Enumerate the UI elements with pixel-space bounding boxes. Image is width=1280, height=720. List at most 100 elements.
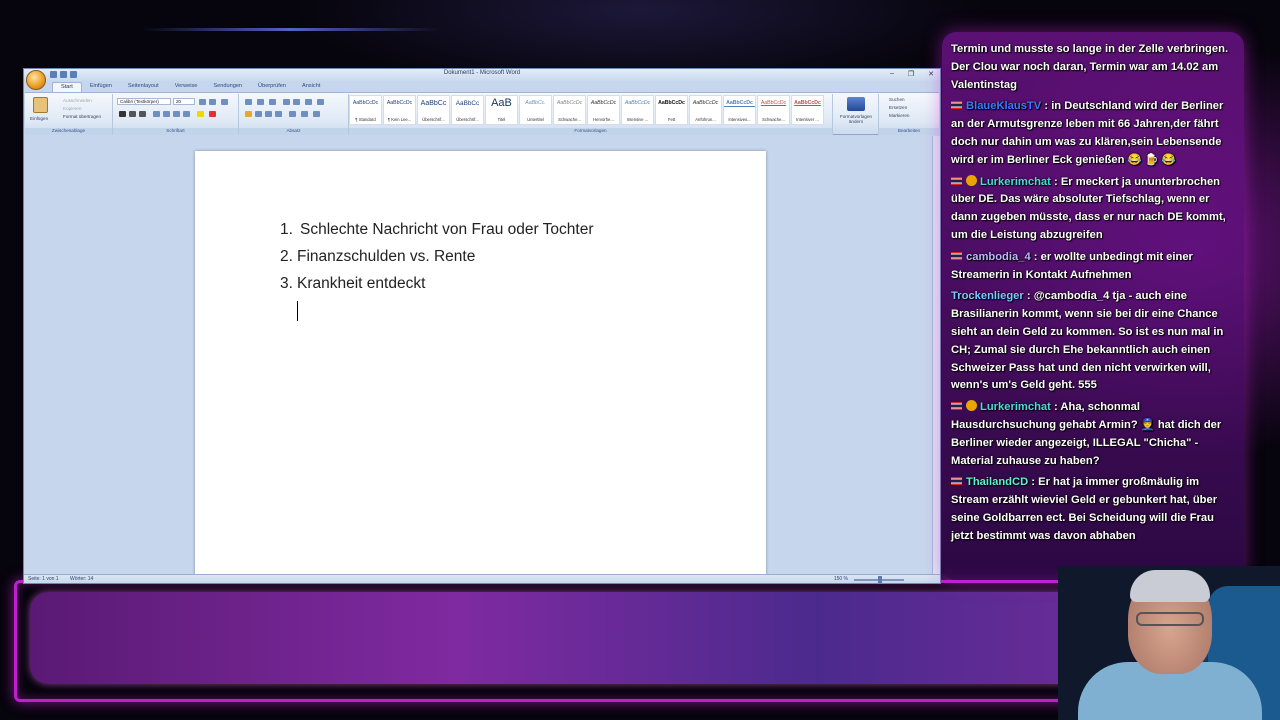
style-anfuehrungszeichen[interactable]: AaBbCcDc Anführun...	[689, 95, 722, 125]
numbering-icon[interactable]	[257, 99, 264, 105]
tab-ueberpruefen[interactable]: Überprüfen	[250, 82, 294, 92]
select-button[interactable]: Markieren	[889, 113, 909, 118]
zoom-slider[interactable]	[854, 576, 904, 583]
style-intensiver-verweis[interactable]: AaBbCcDc Intensiver ...	[791, 95, 824, 125]
borders-icon[interactable]	[313, 111, 320, 117]
multilevel-list-icon[interactable]	[269, 99, 276, 105]
find-button[interactable]: Suchen	[889, 97, 905, 102]
chat-username[interactable]: Lurkerimchat	[980, 401, 1051, 413]
strikethrough-icon[interactable]	[153, 111, 160, 117]
list-item[interactable]: 1. Schlechte Nachricht von Frau oder Toch…	[280, 219, 594, 246]
chat-username[interactable]: Lurkerimchat	[980, 176, 1051, 188]
italic-icon[interactable]	[129, 111, 136, 117]
align-center-icon[interactable]	[255, 111, 262, 117]
style-schwacher-verweis[interactable]: AaBbCcDc Schwache...	[757, 95, 790, 125]
chat-separator: :	[1041, 100, 1052, 113]
style-name: Hervorhe...	[593, 117, 614, 122]
paste-icon[interactable]	[33, 97, 48, 113]
style-name: Intensiver ...	[796, 117, 819, 122]
style-intensive-hervorhebung[interactable]: AaBbCcDc Intensive ...	[621, 95, 654, 125]
chat-separator: :	[1028, 476, 1039, 489]
list-text: Schlechte Nachricht von Frau oder Tochte…	[300, 221, 594, 238]
align-left-icon[interactable]	[245, 111, 252, 117]
tab-ansicht[interactable]: Ansicht	[294, 82, 328, 92]
tab-seitenlayout[interactable]: Seitenlayout	[120, 82, 167, 92]
change-case-icon[interactable]	[183, 111, 190, 117]
shading-icon[interactable]	[301, 111, 308, 117]
font-size-select[interactable]: 20	[173, 98, 195, 105]
bullets-icon[interactable]	[245, 99, 252, 105]
style-titel[interactable]: AaB Titel	[485, 95, 518, 125]
chat-username[interactable]: ThailandCD	[966, 476, 1028, 488]
sort-icon[interactable]	[305, 99, 312, 105]
vertical-scrollbar[interactable]	[932, 136, 940, 574]
chat-message: ThailandCD : Er hat ja immer großmäulig …	[946, 473, 1236, 548]
style-untertitel[interactable]: AaBbCc. Untertitel	[519, 95, 552, 125]
format-painter-button[interactable]: Format übertragen	[63, 114, 101, 119]
underline-icon[interactable]	[139, 111, 146, 117]
zoom-slider-thumb[interactable]	[878, 576, 882, 583]
change-styles-button[interactable]: Formatvorlagen ändern	[836, 114, 876, 124]
tab-start[interactable]: Start	[52, 82, 82, 92]
tab-verweise[interactable]: Verweise	[167, 82, 206, 92]
font-color-icon[interactable]	[209, 111, 216, 117]
align-right-icon[interactable]	[265, 111, 272, 117]
style-name: ¶ Kein Lee...	[387, 117, 412, 122]
font-name-select[interactable]: Calibri (Textkörper)	[117, 98, 171, 105]
superscript-icon[interactable]	[173, 111, 180, 117]
bold-icon[interactable]	[119, 111, 126, 117]
justify-icon[interactable]	[275, 111, 282, 117]
flag-icon	[951, 101, 962, 110]
style-fett[interactable]: AaBbCcDc Fett	[655, 95, 688, 125]
highlight-icon[interactable]	[197, 111, 204, 117]
style-ueberschrift-2[interactable]: AaBbCc Überschrif...	[451, 95, 484, 125]
style-hervorhebung[interactable]: AaBbCcDc Hervorhe...	[587, 95, 620, 125]
increase-indent-icon[interactable]	[293, 99, 300, 105]
change-styles-icon[interactable]	[847, 97, 865, 111]
shrink-font-icon[interactable]	[209, 99, 216, 105]
chat-text: @cambodia_4 tja - auch eine Brasilianeri…	[951, 290, 1224, 392]
line-spacing-icon[interactable]	[289, 111, 296, 117]
grow-font-icon[interactable]	[199, 99, 206, 105]
tab-sendungen[interactable]: Sendungen	[205, 82, 250, 92]
maximize-button[interactable]: ❐	[908, 70, 914, 78]
list-item[interactable]: 3. Krankheit entdeckt	[280, 273, 594, 300]
window-controls: – ❐ ✕	[890, 70, 934, 78]
style-kein-leerraum[interactable]: AaBbCcDc ¶ Kein Lee...	[383, 95, 416, 125]
list-item[interactable]: 2. Finanzschulden vs. Rente	[280, 246, 594, 273]
page-count[interactable]: Seite: 1 von 1	[28, 576, 59, 582]
cut-button[interactable]: Ausschneiden	[63, 98, 92, 103]
style-preview: AaBbCc	[455, 100, 480, 107]
minimize-button[interactable]: –	[890, 70, 894, 78]
copy-button[interactable]: Kopieren	[63, 106, 81, 111]
badge-icon	[966, 400, 977, 412]
style-name: Untertitel	[527, 117, 544, 122]
flag-icon	[951, 477, 962, 486]
close-button[interactable]: ✕	[928, 70, 934, 78]
styles-group-label: Formatvorlagen	[349, 128, 832, 135]
style-ueberschrift-1[interactable]: AaBbCc Überschrif...	[417, 95, 450, 125]
chat-username[interactable]: BlaueKlausTV	[966, 100, 1041, 112]
clipboard-group-label: Zwischenablage	[25, 128, 112, 135]
tab-einfuegen[interactable]: Einfügen	[82, 82, 120, 92]
style-schwache-hervorhebung[interactable]: AaBbCcDc Schwache...	[553, 95, 586, 125]
decrease-indent-icon[interactable]	[283, 99, 290, 105]
style-preview: AaBbCcDc	[556, 100, 583, 106]
zoom-level[interactable]: 150 %	[834, 576, 848, 582]
chat-username[interactable]: Trockenlieger	[951, 290, 1024, 302]
editing-group: Suchen Ersetzen Markieren Bearbeiten	[879, 94, 939, 135]
style-name: Überschrif...	[422, 117, 445, 122]
style-standard[interactable]: AaBbCcDc ¶ Standard	[349, 95, 382, 125]
subscript-icon[interactable]	[163, 111, 170, 117]
document-page[interactable]: 1. Schlechte Nachricht von Frau oder Toch…	[195, 151, 766, 581]
style-name: ¶ Standard	[355, 117, 376, 122]
show-marks-icon[interactable]	[317, 99, 324, 105]
style-intensives-zitat[interactable]: AaBbCcDc Intensives...	[723, 95, 756, 125]
chat-username[interactable]: cambodia_4	[966, 251, 1031, 263]
replace-button[interactable]: Ersetzen	[889, 105, 907, 110]
style-name: Intensive ...	[626, 117, 649, 122]
word-count[interactable]: Wörter: 14	[70, 576, 93, 582]
office-button[interactable]	[26, 70, 46, 90]
paste-label[interactable]: Einfügen	[30, 116, 48, 121]
clear-format-icon[interactable]	[221, 99, 228, 105]
